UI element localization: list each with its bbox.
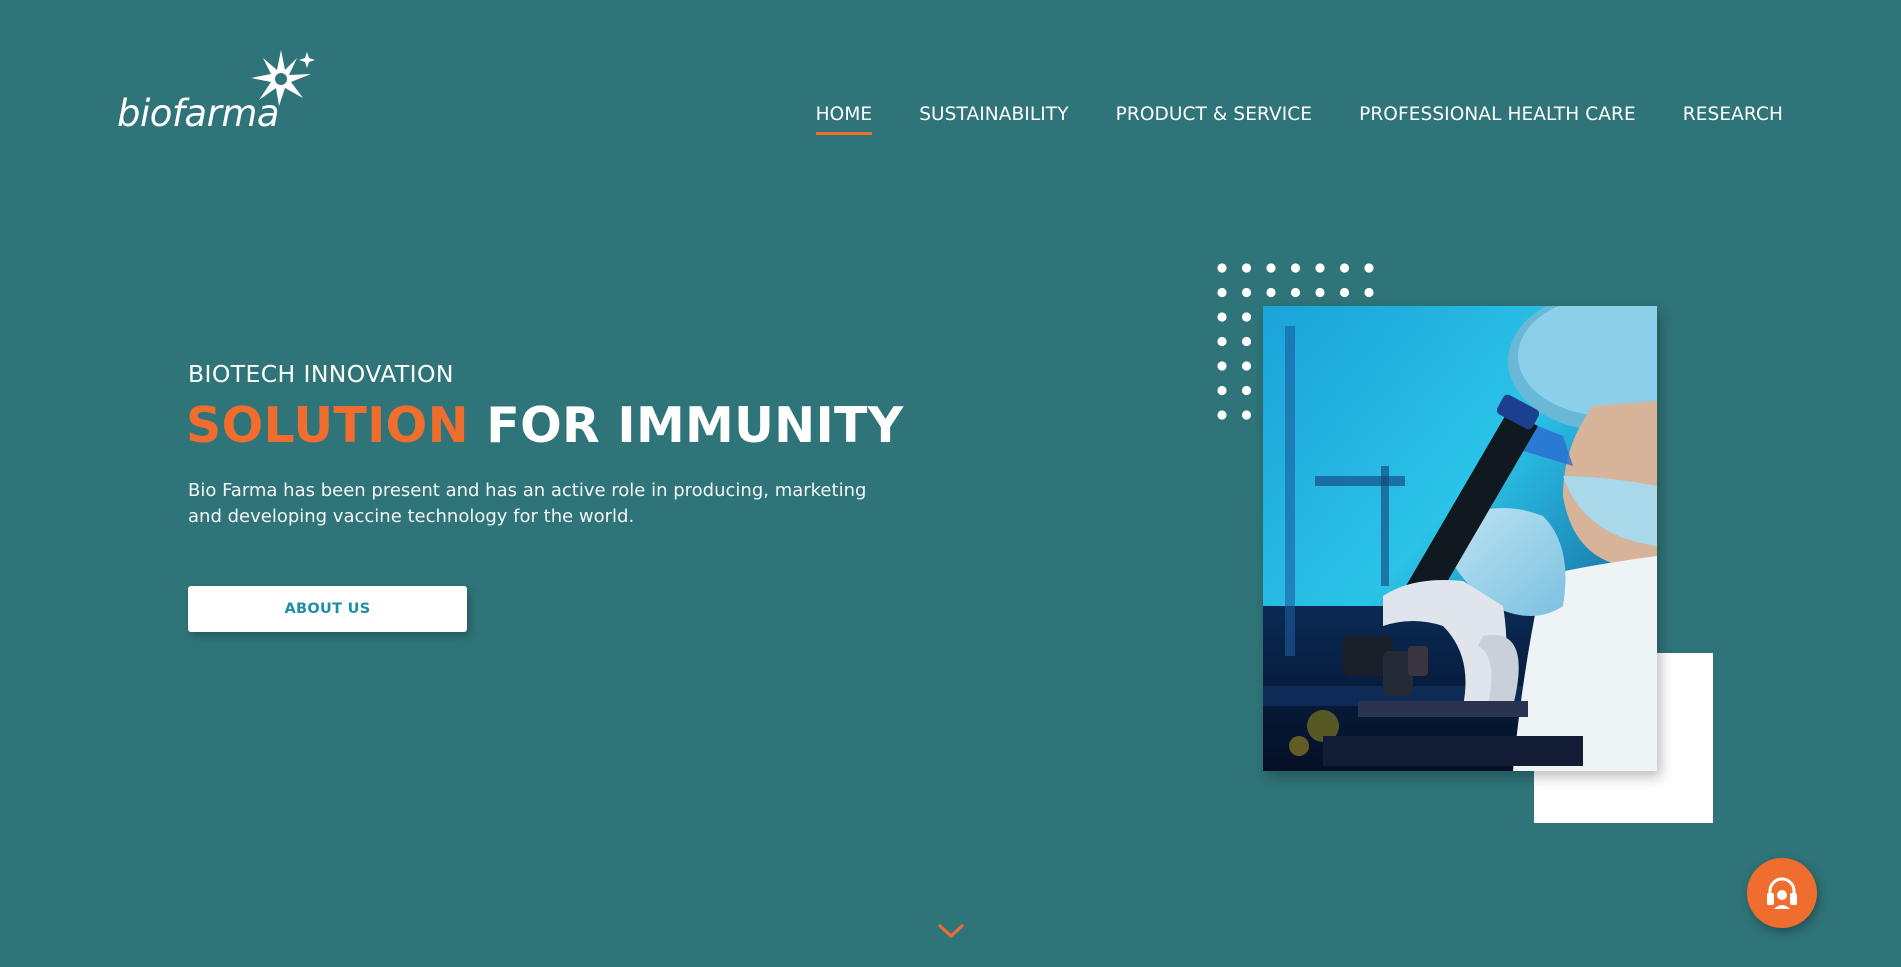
decorative-dot — [1217, 385, 1227, 396]
decorative-dot — [1217, 312, 1227, 322]
decorative-dot — [1266, 287, 1276, 298]
hero-title-rest: FOR IMMUNITY — [486, 397, 904, 454]
hero-description-line-2: and developing vaccine technology for th… — [188, 506, 635, 527]
decorative-dot — [1364, 263, 1374, 273]
decorative-dot — [1217, 361, 1227, 371]
chevron-down-icon[interactable] — [936, 921, 966, 941]
decorative-dot — [1241, 361, 1252, 371]
decorative-dot — [1217, 263, 1227, 273]
decorative-dot — [1241, 336, 1252, 347]
biofarma-logo[interactable]: biofarma — [115, 48, 325, 148]
decorative-dot — [1315, 263, 1325, 273]
decorative-dot — [1217, 287, 1227, 298]
headset-icon — [1767, 877, 1797, 909]
decorative-dot — [1241, 287, 1252, 298]
nav-item-sustainability[interactable]: SUSTAINABILITY — [919, 104, 1068, 132]
hero-title-accent: SOLUTION — [186, 397, 469, 454]
nav-item-product-service[interactable]: PRODUCT & SERVICE — [1116, 104, 1312, 132]
decorative-dot — [1241, 312, 1252, 322]
decorative-dot — [1241, 263, 1252, 273]
logo-wordmark: biofarma — [117, 92, 280, 135]
decorative-dot — [1217, 336, 1227, 347]
hero-description: Bio Farma has been present and has an ac… — [188, 478, 908, 530]
decorative-dot — [1241, 385, 1252, 396]
decorative-dot — [1217, 410, 1227, 420]
decorative-dot — [1364, 287, 1374, 298]
nav-item-home[interactable]: HOME — [815, 104, 873, 135]
support-chat-button[interactable] — [1747, 858, 1817, 928]
nav-item-research[interactable]: RESEARCH — [1683, 104, 1783, 132]
decorative-dot — [1339, 287, 1350, 298]
hero-description-line-1: Bio Farma has been present and has an ac… — [188, 480, 867, 501]
decorative-dot — [1290, 287, 1301, 298]
hero-eyebrow: BIOTECH INNOVATION — [188, 360, 454, 388]
decorative-dot — [1241, 410, 1252, 420]
hero-title: SOLUTION FOR IMMUNITY — [186, 397, 904, 454]
main-nav: HOME SUSTAINABILITY PRODUCT & SERVICE PR… — [815, 104, 1783, 135]
about-us-button[interactable]: ABOUT US — [188, 586, 467, 632]
hero-image-scientist-microscope — [1263, 306, 1657, 771]
decorative-dot — [1315, 287, 1325, 298]
nav-item-professional-health-care[interactable]: PROFESSIONAL HEALTH CARE — [1359, 104, 1636, 132]
page: biofarma HOME SUSTAINABILITY PRODUCT & S… — [0, 0, 1901, 967]
decorative-dot — [1290, 263, 1301, 273]
decorative-dot — [1266, 263, 1276, 273]
decorative-dot — [1339, 263, 1350, 273]
